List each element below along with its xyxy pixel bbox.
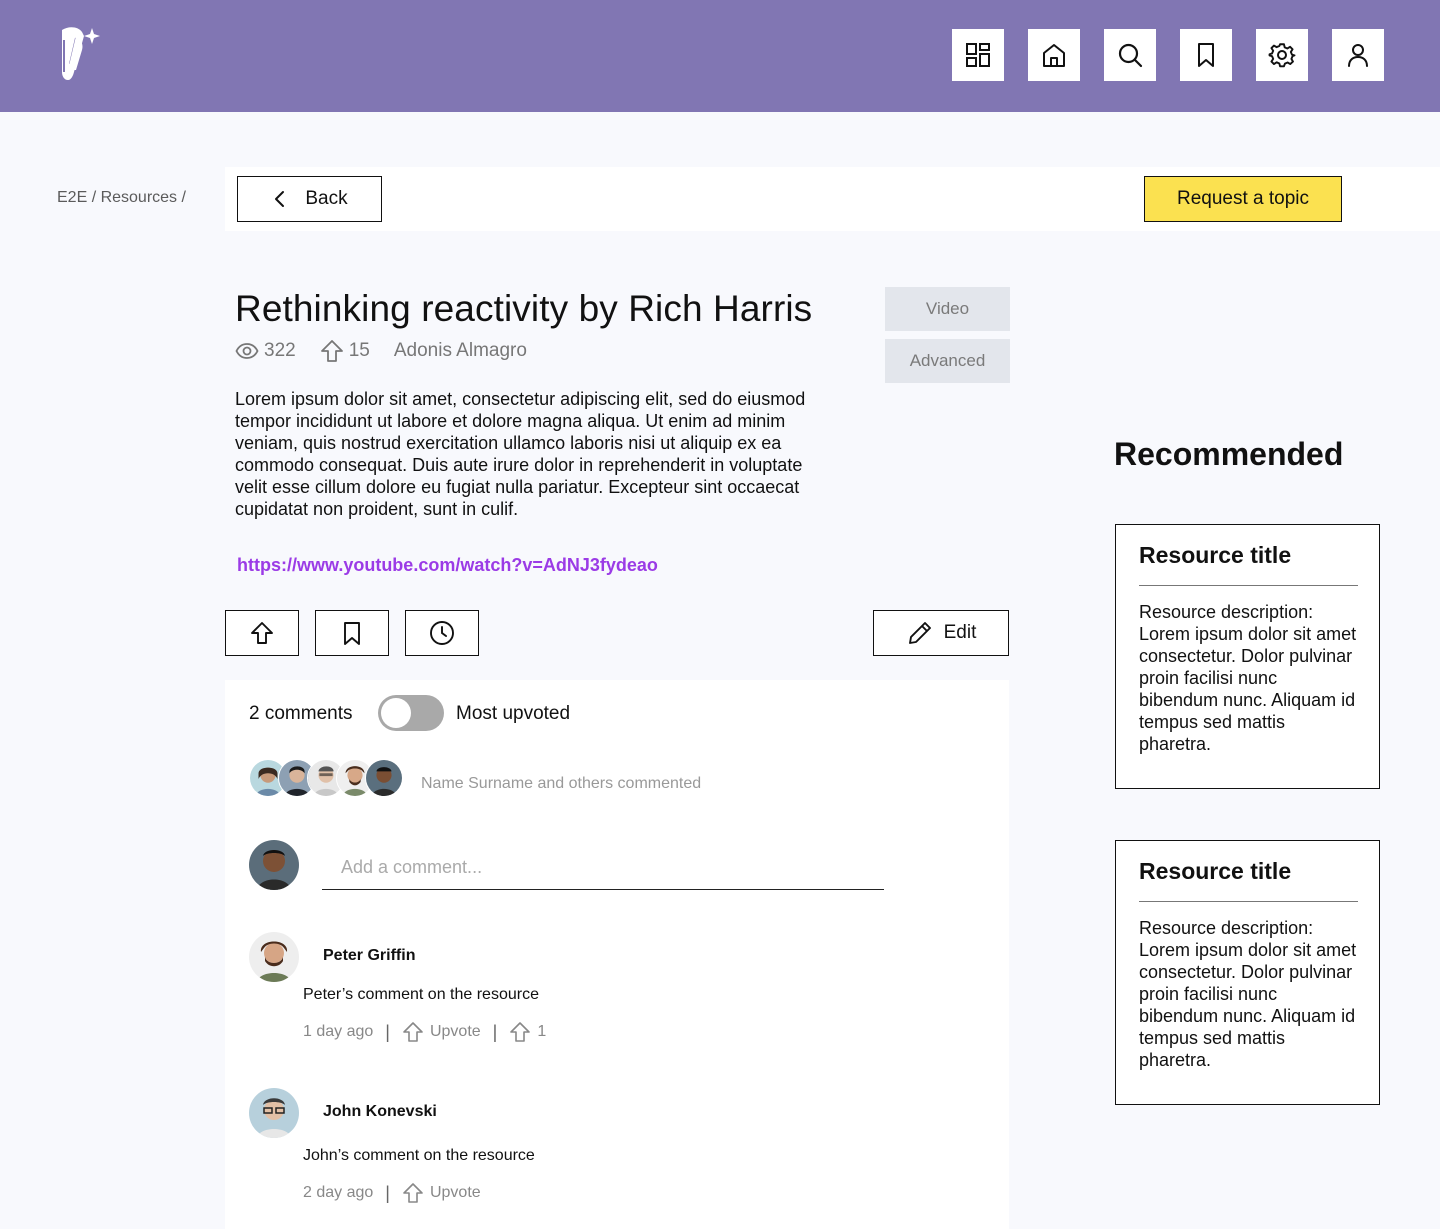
user-icon	[1348, 44, 1368, 67]
divider: |	[385, 1021, 390, 1042]
recommended-heading: Recommended	[1114, 436, 1344, 472]
eye-icon	[235, 343, 259, 359]
comments-count: 2 comments	[249, 703, 353, 724]
commenters-summary[interactable]: Name Surname and others commented	[421, 775, 701, 793]
sort-label: Most upvoted	[456, 703, 571, 724]
comment-author[interactable]: John Konevski	[323, 1103, 437, 1121]
tag-advanced[interactable]: Advanced	[885, 339, 1010, 383]
comment-meta: 2 day ago | Upvote	[303, 1181, 481, 1205]
divider	[1139, 901, 1358, 902]
app-logo[interactable]	[54, 26, 102, 84]
search-icon	[1118, 43, 1143, 68]
recommended-card[interactable]: Resource title Resource description: Lor…	[1115, 840, 1380, 1105]
back-button[interactable]: Back	[237, 176, 382, 222]
dashboard-icon	[966, 43, 990, 67]
top-bar	[0, 0, 1440, 112]
upvotes-count: 15	[348, 340, 370, 361]
views-stat: 322	[235, 339, 296, 363]
divider: |	[385, 1182, 390, 1203]
commenter-avatar-john	[249, 1088, 299, 1138]
bookmark-icon	[1198, 43, 1214, 67]
upvote-button[interactable]	[225, 610, 299, 656]
settings-button[interactable]	[1256, 29, 1308, 81]
resource-title: Rethinking reactivity by Rich Harris	[235, 288, 813, 329]
divider	[1139, 585, 1358, 586]
comment-upvote-button[interactable]: Upvote	[402, 1182, 481, 1204]
tag-video[interactable]: Video	[885, 287, 1010, 331]
settings-icon	[1268, 43, 1296, 68]
upvote-icon	[403, 1022, 423, 1042]
views-count: 322	[264, 340, 296, 361]
avatar	[365, 759, 403, 797]
watch-later-button[interactable]	[405, 610, 479, 656]
upvote-icon	[510, 1022, 531, 1042]
comment-upvote-button[interactable]: Upvote	[402, 1021, 481, 1043]
comment-time: 2 day ago	[303, 1184, 374, 1201]
upvote-count: 1	[537, 1023, 547, 1040]
current-user-avatar	[249, 840, 299, 890]
comment-text: Peter’s comment on the resource	[303, 986, 539, 1003]
comment-meta: 1 day ago | Upvote | 1	[303, 1020, 546, 1044]
comment-time: 1 day ago	[303, 1023, 374, 1040]
divider: |	[492, 1021, 498, 1042]
search-button[interactable]	[1104, 29, 1156, 81]
upvote-icon	[403, 1183, 423, 1203]
resource-meta: 322 15 Adonis Almagro	[235, 338, 527, 364]
bookmark-button[interactable]	[315, 610, 389, 656]
resource-description: Lorem ipsum dolor sit amet, consectetur …	[235, 389, 806, 519]
resource-link[interactable]: https://www.youtube.com/watch?v=AdNJ3fyd…	[237, 555, 658, 576]
toggle-knob	[381, 698, 411, 728]
card-description: Resource description: Lorem ipsum dolor …	[1139, 918, 1357, 1070]
card-title: Resource title	[1139, 542, 1292, 568]
clock-icon	[430, 621, 454, 645]
back-label: Back	[305, 188, 348, 209]
card-title: Resource title	[1139, 858, 1292, 884]
card-description: Resource description: Lorem ipsum dolor …	[1139, 602, 1357, 754]
upvote-icon	[251, 622, 273, 644]
edit-label: Edit	[943, 622, 977, 643]
recommended-card[interactable]: Resource title Resource description: Lor…	[1115, 524, 1380, 789]
upvote-label: Upvote	[429, 1023, 481, 1040]
author-name[interactable]: Adonis Almagro	[394, 340, 527, 362]
comment-upvote-count: 1	[509, 1021, 546, 1043]
upvotes-stat: 15	[320, 339, 370, 363]
home-button[interactable]	[1028, 29, 1080, 81]
bookmarks-button[interactable]	[1180, 29, 1232, 81]
upvote-icon	[320, 340, 343, 362]
sort-toggle[interactable]	[378, 695, 444, 731]
home-icon	[1043, 44, 1065, 67]
commenter-avatars	[249, 759, 409, 799]
pencil-icon	[908, 622, 931, 644]
commenter-avatar-peter	[249, 932, 299, 982]
comment-input[interactable]	[322, 846, 884, 890]
profile-button[interactable]	[1332, 29, 1384, 81]
upvote-label: Upvote	[429, 1184, 481, 1201]
chevron-left-icon	[275, 191, 285, 207]
dashboard-button[interactable]	[952, 29, 1004, 81]
breadcrumb[interactable]: E2E / Resources /	[57, 189, 186, 207]
comment-author[interactable]: Peter Griffin	[323, 947, 415, 965]
comment-text: John’s comment on the resource	[303, 1147, 535, 1164]
bookmark-icon	[344, 622, 360, 645]
request-topic-button[interactable]: Request a topic	[1144, 176, 1342, 222]
edit-button[interactable]: Edit	[873, 610, 1009, 656]
